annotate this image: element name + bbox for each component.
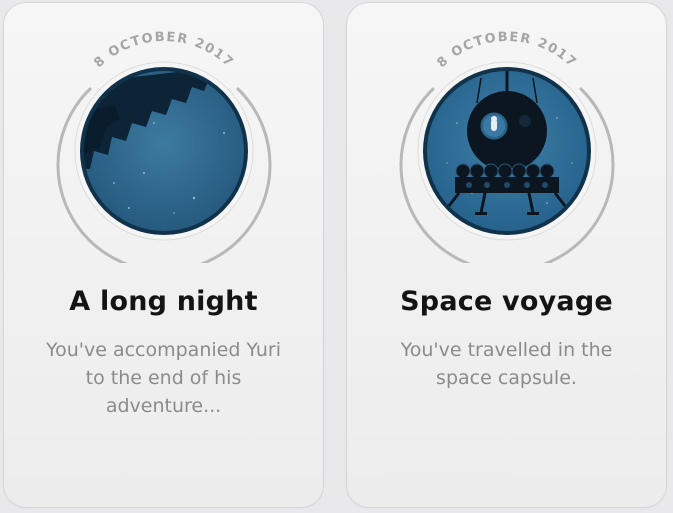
achievement-description: You've accompanied Yuri to the end of hi… — [46, 339, 281, 417]
achievements-screen: 8 OCTOBER 2017 A long night You've accom… — [0, 0, 673, 513]
achievement-description: You've travelled in the space capsule. — [400, 339, 613, 389]
badge-graphic: 8 OCTOBER 2017 — [56, 30, 272, 263]
achievement-badge: 8 OCTOBER 2017 — [54, 23, 274, 263]
achievement-card-space-voyage[interactable]: 8 OCTOBER 2017 Space voyage You've trave… — [347, 3, 666, 507]
achievement-card-long-night[interactable]: 8 OCTOBER 2017 A long night You've accom… — [4, 3, 323, 507]
badge-graphic: 8 OCTOBER 2017 — [399, 30, 615, 263]
achievement-title: A long night — [69, 286, 258, 317]
achievement-badge: 8 OCTOBER 2017 — [397, 23, 617, 263]
achievement-title: Space voyage — [400, 286, 613, 317]
